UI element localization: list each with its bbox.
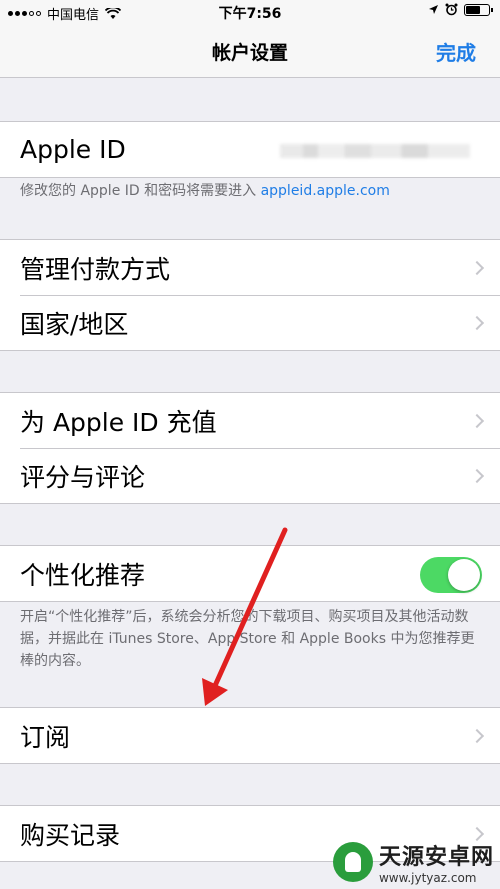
apple-id-note: 修改您的 Apple ID 和密码将需要进入 appleid.apple.com: [20, 180, 480, 202]
watermark-text: 天源安卓网 www.jytyaz.com: [379, 839, 494, 885]
personalized-recommendations-toggle[interactable]: [420, 557, 482, 593]
watermark: 天源安卓网 www.jytyaz.com: [332, 839, 494, 885]
battery-icon: [464, 3, 493, 16]
watermark-title: 天源安卓网: [378, 845, 494, 870]
manage-payment-label: 管理付款方式: [20, 254, 171, 284]
chevron-right-icon: [469, 413, 485, 428]
chevron-right-icon: [469, 728, 485, 743]
location-icon: [429, 5, 438, 14]
ratings-reviews-row[interactable]: 评分与评论: [0, 448, 500, 503]
toggle-knob: [448, 559, 480, 591]
apple-id-value-redacted: [280, 144, 470, 158]
purchase-history-label: 购买记录: [20, 820, 121, 850]
country-region-label: 国家/地区: [20, 309, 129, 339]
chevron-right-icon: [469, 315, 485, 330]
page-title: 帐户设置: [211, 42, 288, 64]
apple-id-group: Apple ID: [0, 121, 500, 178]
country-region-row[interactable]: 国家/地区: [0, 295, 500, 350]
personalized-recommendations-label: 个性化推荐: [20, 560, 146, 590]
done-button[interactable]: 完成: [436, 37, 476, 66]
personalized-recommendations-row: 个性化推荐: [0, 546, 500, 601]
status-bar: 中国电信 下午7:56: [0, 0, 500, 24]
watermark-url: www.jytyaz.com: [378, 871, 477, 885]
personalization-note: 开启“个性化推荐”后，系统会分析您的下载项目、购买项目及其他活动数据，并据此在 …: [20, 609, 475, 669]
navigation-bar: 帐户设置 完成: [0, 24, 500, 78]
chevron-right-icon: [469, 260, 485, 275]
apple-id-label: Apple ID: [20, 135, 126, 164]
watermark-logo-icon: [332, 842, 373, 882]
appleid-link[interactable]: appleid.apple.com: [261, 183, 390, 199]
payment-group: 管理付款方式 国家/地区: [0, 239, 500, 351]
subscriptions-label: 订阅: [20, 722, 71, 752]
subscriptions-row[interactable]: 订阅: [0, 708, 500, 763]
topup-group: 为 Apple ID 充值 评分与评论: [0, 392, 500, 504]
manage-payment-row[interactable]: 管理付款方式: [0, 240, 500, 295]
subscriptions-group: 订阅: [0, 707, 500, 764]
add-funds-row[interactable]: 为 Apple ID 充值: [0, 393, 500, 448]
status-right: [428, 3, 493, 16]
apple-id-row[interactable]: Apple ID: [0, 122, 500, 177]
personalization-group: 个性化推荐: [0, 545, 500, 602]
ratings-reviews-label: 评分与评论: [20, 462, 146, 492]
alarm-icon: [445, 3, 458, 16]
status-time: 下午7:56: [218, 6, 282, 22]
apple-id-note-text: 修改您的 Apple ID 和密码将需要进入: [20, 183, 261, 199]
chevron-right-icon: [469, 468, 485, 483]
add-funds-label: 为 Apple ID 充值: [20, 407, 217, 437]
